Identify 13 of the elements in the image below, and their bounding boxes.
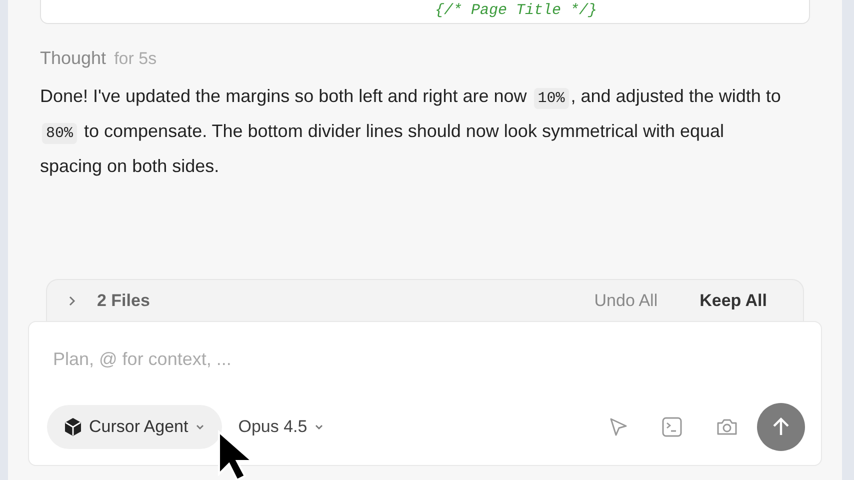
- chevron-icon[interactable]: [67, 294, 77, 306]
- thought-label: Thought: [40, 47, 106, 70]
- prompt-input[interactable]: Plan, @ for context, ...: [53, 346, 797, 373]
- code-comment: {/* Page Title */}: [435, 2, 598, 20]
- keep-all-button[interactable]: Keep All: [700, 288, 767, 314]
- assistant-message: Done! I've updated the margins so both left and right are now 10% , and adjusted the width to 80% to compensate. The bottom divider lines should now look symmetrical with equal spacing on both sides.: [39, 85, 782, 178]
- files-count[interactable]: 2 Files: [97, 288, 150, 314]
- terminal-icon[interactable]: [661, 416, 683, 438]
- send-button[interactable]: [757, 403, 805, 451]
- model-selector[interactable]: Opus 4.5: [238, 414, 326, 440]
- agent-selector[interactable]: Cursor Agent: [47, 405, 222, 449]
- thought-duration: for 5s: [114, 48, 157, 70]
- cube-icon: [63, 417, 83, 437]
